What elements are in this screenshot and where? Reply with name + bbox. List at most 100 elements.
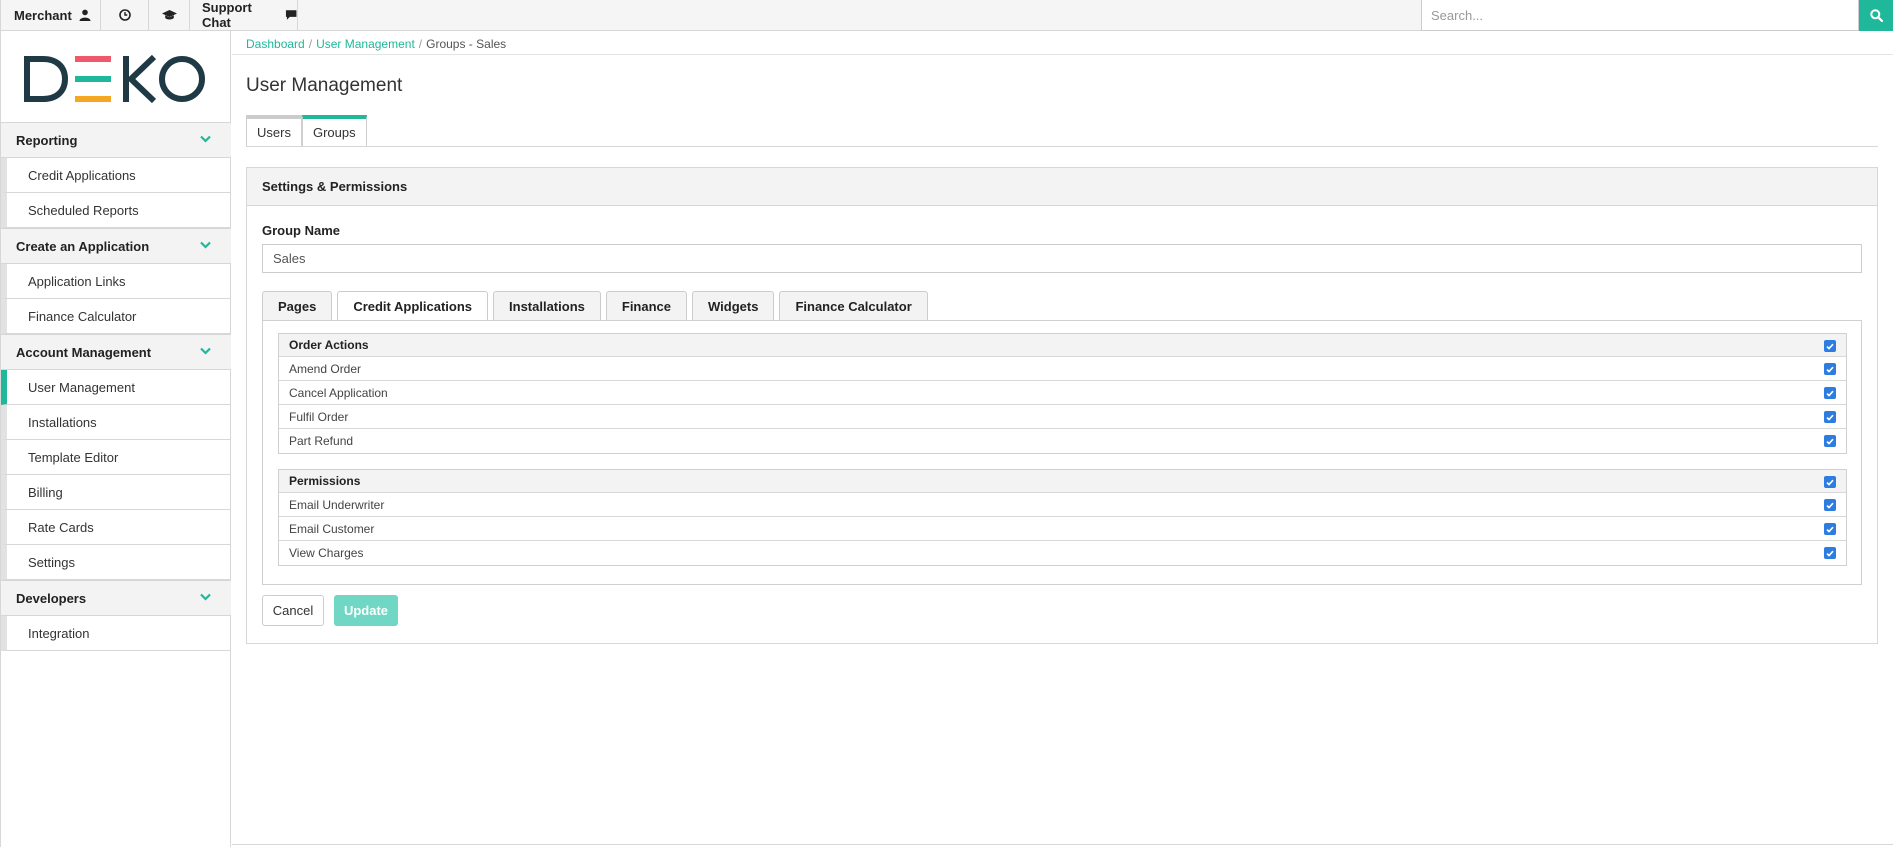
tab-installations[interactable]: Installations [493,291,601,321]
permission-row: Email Customer [279,517,1846,541]
permission-label: Fulfil Order [289,409,349,424]
sidebar-item-label: Integration [28,625,90,641]
group-name-label: Group Name [262,223,341,238]
sidebar-item-label: Credit Applications [28,167,136,183]
sidebar-item-user-management[interactable]: User Management [1,370,231,405]
cancel-button[interactable]: Cancel [262,595,324,626]
permission-label: Email Underwriter [289,497,385,512]
sidebar-item-template-editor[interactable]: Template Editor [1,440,231,475]
page-title: User Management [246,75,403,96]
support-chat-button[interactable]: Support Chat [190,0,298,30]
chevron-down-icon [200,135,211,143]
checkmark-icon [1826,414,1834,421]
sidebar-item-billing[interactable]: Billing [1,475,231,510]
nav-section-reporting[interactable]: Reporting [1,122,231,158]
tab-finance-calculator[interactable]: Finance Calculator [779,291,928,321]
settings-permissions-panel: Settings & Permissions Group Name Pages … [246,167,1878,644]
checkmark-icon [1826,366,1834,373]
search-button[interactable] [1859,0,1893,31]
nav-section-label: Developers [16,590,87,606]
tab-groups[interactable]: Groups [301,115,367,147]
permission-checkbox[interactable] [1824,499,1836,511]
sidebar-item-finance-calculator[interactable]: Finance Calculator [1,299,231,334]
permission-group-order-actions: Order Actions Amend Order Cancel Applica… [278,333,1847,454]
permission-checkbox[interactable] [1824,523,1836,535]
nav-section-label: Account Management [16,344,152,360]
nav-section-account-management[interactable]: Account Management [1,334,231,370]
sidebar-item-rate-cards[interactable]: Rate Cards [1,510,231,545]
tab-users[interactable]: Users [246,115,302,147]
sidebar-item-label: Scheduled Reports [28,202,139,218]
permission-row: Cancel Application [279,381,1846,405]
permission-label: Amend Order [289,361,362,376]
group-title: Order Actions [289,338,369,352]
breadcrumb-link-dashboard[interactable]: Dashboard [246,37,305,51]
support-chat-label: Support Chat [202,0,252,30]
sidebar-item-installations[interactable]: Installations [1,405,231,440]
sidebar-item-label: Rate Cards [28,519,94,535]
graduation-cap-icon [161,10,177,20]
tab-finance[interactable]: Finance [605,291,687,321]
permission-row: Fulfil Order [279,405,1846,429]
group-header: Permissions [279,470,1846,493]
permission-checkbox[interactable] [1824,435,1836,447]
tab-credit-applications[interactable]: Credit Applications [337,291,489,321]
checkmark-icon [1826,343,1834,350]
sidebar-item-settings[interactable]: Settings [1,545,231,580]
permission-row: View Charges [279,541,1846,565]
search-icon [1869,9,1883,22]
tab-widgets[interactable]: Widgets [692,291,775,321]
group-select-all-checkbox[interactable] [1824,340,1836,352]
history-button[interactable] [101,0,149,30]
checkmark-icon [1826,479,1834,486]
sidebar-item-integration[interactable]: Integration [1,616,231,651]
permission-checkbox[interactable] [1824,387,1836,399]
permission-label: Cancel Application [289,385,388,400]
main-tabs: Users Groups [246,115,367,147]
sidebar-item-application-links[interactable]: Application Links [1,264,231,299]
clock-icon [118,9,131,21]
panel-heading: Settings & Permissions [247,168,1877,206]
permission-row: Email Underwriter [279,493,1846,517]
breadcrumb-separator: / [418,37,423,51]
update-button[interactable]: Update [334,595,398,626]
nav-section-label: Reporting [16,132,78,148]
chevron-down-icon [200,241,211,249]
permission-label: Part Refund [289,434,354,448]
deko-logo[interactable] [23,53,209,105]
permission-group-permissions: Permissions Email Underwriter Email Cust… [278,469,1847,566]
permission-tabs: Pages Credit Applications Installations … [262,291,933,321]
tab-pages[interactable]: Pages [262,291,333,321]
sidebar-item-label: User Management [28,379,135,395]
nav-section-create-application[interactable]: Create an Application [1,228,231,264]
merchant-label: Merchant [14,7,72,23]
sidebar-item-credit-applications[interactable]: Credit Applications [1,158,231,193]
search-input[interactable] [1421,0,1859,31]
permission-checkbox[interactable] [1824,411,1836,423]
checkmark-icon [1826,502,1834,509]
permission-row: Part Refund [279,429,1846,453]
group-name-input[interactable] [262,244,1862,273]
permission-checkbox[interactable] [1824,363,1836,375]
group-select-all-checkbox[interactable] [1824,476,1836,488]
nav-section-developers[interactable]: Developers [1,580,231,616]
sidebar-nav: Reporting Credit Applications Scheduled … [1,122,231,651]
checkmark-icon [1826,526,1834,533]
breadcrumb-link-user-management[interactable]: User Management [316,37,415,51]
training-button[interactable] [149,0,190,30]
chevron-down-icon [200,347,211,355]
sidebar-item-scheduled-reports[interactable]: Scheduled Reports [1,193,231,228]
chevron-down-icon [200,593,211,601]
footer-divider [232,844,1893,845]
permission-checkbox[interactable] [1824,547,1836,559]
merchant-menu[interactable]: Merchant [0,0,101,30]
permission-label: View Charges [289,546,364,560]
permission-row: Amend Order [279,357,1846,381]
permission-label: Email Customer [289,521,375,536]
group-title: Permissions [289,474,361,488]
chat-icon [285,10,297,20]
sidebar-item-label: Template Editor [28,449,119,465]
breadcrumb-current: Groups - Sales [426,37,507,51]
breadcrumb-separator: / [308,37,313,51]
sidebar-item-label: Settings [28,554,75,570]
